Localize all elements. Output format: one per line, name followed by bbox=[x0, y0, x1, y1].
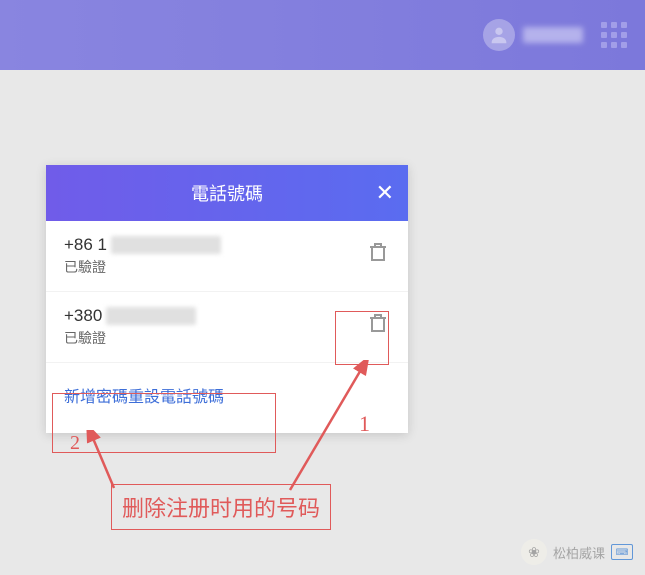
phone-row-0: +86 1 已驗證 bbox=[46, 221, 408, 292]
phone-row-1: +380 已驗證 bbox=[46, 292, 408, 363]
phone-number-0: +86 1 bbox=[64, 235, 366, 255]
add-phone-link[interactable]: 新增密碼重設電話號碼 bbox=[64, 389, 224, 406]
close-icon[interactable]: ✕ bbox=[376, 182, 394, 204]
apps-grid-icon[interactable] bbox=[601, 22, 627, 48]
phone-blurred-1 bbox=[106, 307, 196, 325]
watermark-icon: ❀ bbox=[521, 539, 547, 565]
phone-prefix-1: +380 bbox=[64, 306, 102, 326]
modal-header: 電話號碼 ✕ bbox=[46, 165, 408, 221]
phone-modal: 電話號碼 ✕ +86 1 已驗證 +380 已驗證 新增密碼重設電話號碼 bbox=[46, 165, 408, 433]
avatar-icon bbox=[483, 19, 515, 51]
trash-icon[interactable] bbox=[366, 310, 390, 336]
phone-status-1: 已驗證 bbox=[64, 328, 366, 348]
phone-info-1: +380 已驗證 bbox=[64, 306, 366, 348]
phone-number-1: +380 bbox=[64, 306, 366, 326]
trash-icon[interactable] bbox=[366, 239, 390, 265]
phone-blurred-0 bbox=[111, 236, 221, 254]
user-name-blurred bbox=[523, 27, 583, 43]
phone-prefix-0: +86 1 bbox=[64, 235, 107, 255]
modal-title: 電話號碼 bbox=[191, 180, 263, 206]
watermark-text: 松柏威课 bbox=[553, 543, 605, 562]
phone-info-0: +86 1 已驗證 bbox=[64, 235, 366, 277]
user-menu[interactable] bbox=[483, 19, 583, 51]
add-phone-row: 新增密碼重設電話號碼 bbox=[46, 363, 408, 433]
app-header bbox=[0, 0, 645, 70]
phone-status-0: 已驗證 bbox=[64, 257, 366, 277]
keyboard-icon: ⌨ bbox=[611, 544, 633, 560]
watermark: ❀ 松柏威课 ⌨ bbox=[521, 539, 633, 565]
